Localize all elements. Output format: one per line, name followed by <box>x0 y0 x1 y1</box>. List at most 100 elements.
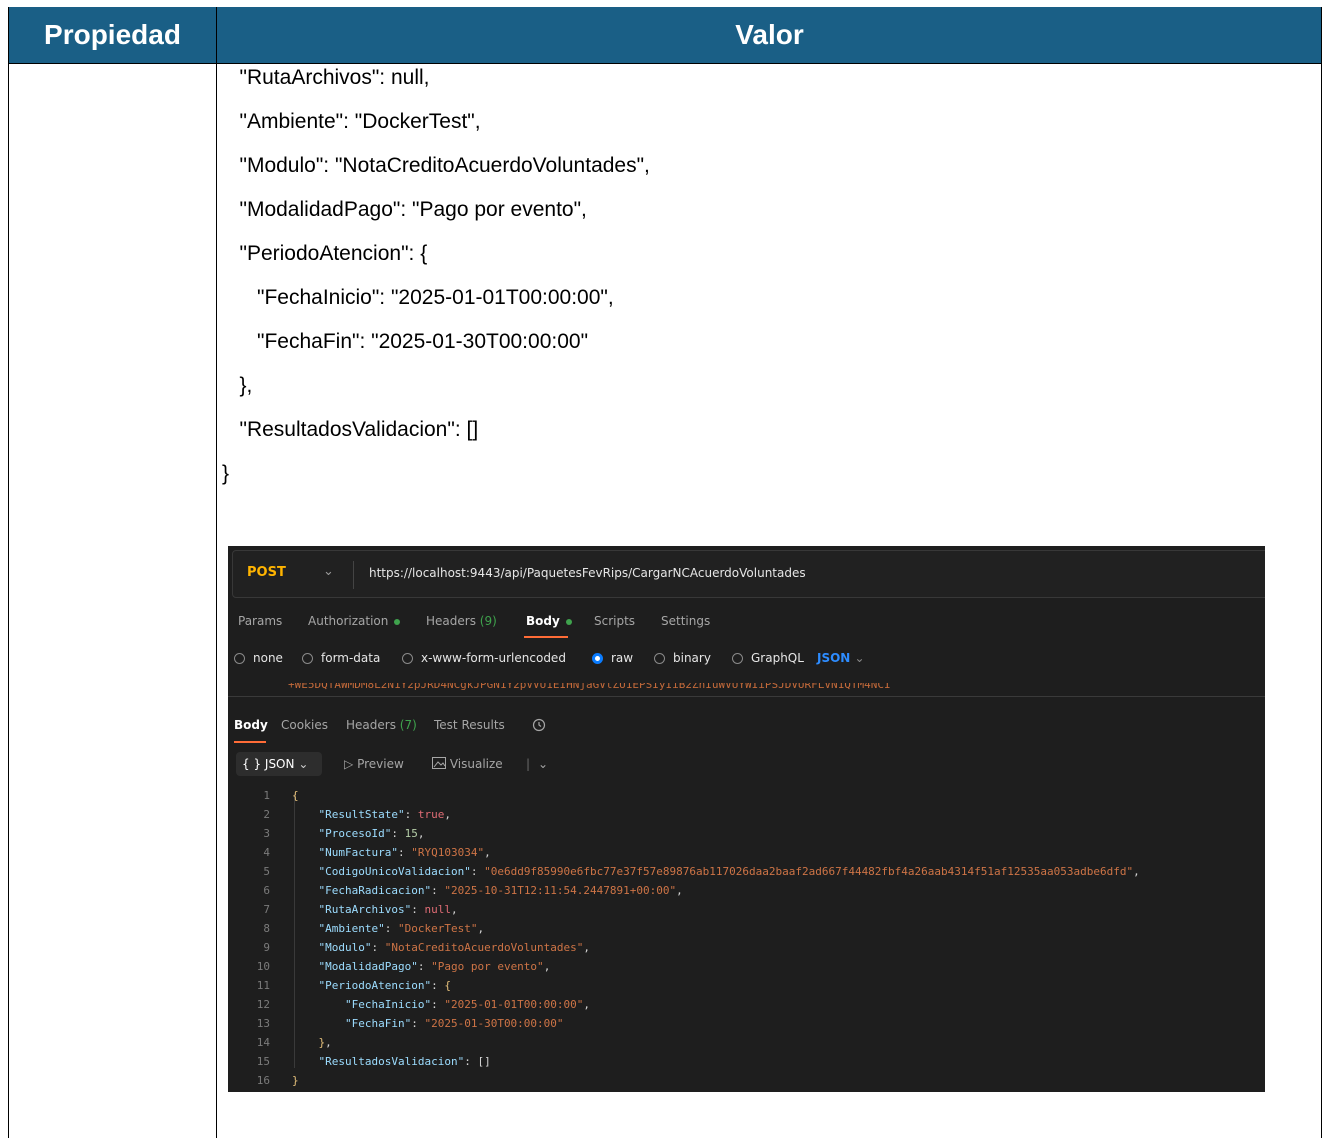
code-token: , <box>444 808 451 821</box>
url-bar[interactable]: POST ⌄ https://localhost:9443/api/Paquet… <box>232 550 1265 598</box>
json-line: "ResultadosValidacion": [] <box>222 418 479 441</box>
radio-raw-label: raw <box>611 651 634 665</box>
tab-params[interactable]: Params <box>238 614 282 628</box>
chevron-down-icon[interactable]: ⌄ <box>538 752 548 776</box>
radio-circle-icon <box>302 653 313 664</box>
radio-form-data[interactable]: form-data <box>302 651 380 665</box>
preview-button[interactable]: ▷ Preview <box>344 752 404 776</box>
line-number: 13 <box>256 1017 270 1030</box>
line-number: 1 <box>263 789 270 802</box>
code-text: "FechaRadicacion": "2025-10-31T12:11:54.… <box>292 881 683 900</box>
url-separator <box>353 561 354 589</box>
line-number: 10 <box>256 960 270 973</box>
response-headers-count: (7) <box>399 718 417 732</box>
radio-none-label: none <box>253 651 283 665</box>
line-number: 2 <box>263 808 270 821</box>
code-token: "NotaCreditoAcuerdoVoluntades" <box>384 941 584 954</box>
json-format-label: { } JSON <box>242 757 295 771</box>
code-token: "ProcesoId" <box>318 827 392 840</box>
tab-body[interactable]: Body <box>526 614 572 628</box>
code-token: true <box>417 808 445 821</box>
json-line: } <box>222 462 230 485</box>
radio-urlencoded-label: x-www-form-urlencoded <box>421 651 566 665</box>
code-token: : <box>411 903 425 916</box>
code-text: "ResultadosValidacion": [] <box>292 1052 491 1071</box>
code-token: : <box>431 998 445 1011</box>
visualize-button[interactable]: Visualize <box>432 752 503 776</box>
code-token: "CodigoUnicoValidacion" <box>318 865 471 878</box>
line-number: 6 <box>263 884 270 897</box>
line-number: 5 <box>263 865 270 878</box>
code-token: , <box>477 922 485 935</box>
code-token: null <box>424 903 451 916</box>
raw-format-select[interactable]: JSON ⌄ <box>817 651 865 665</box>
radio-circle-icon <box>654 653 665 664</box>
code-token: , <box>543 960 551 973</box>
raw-format-label: JSON <box>817 651 851 665</box>
code-token: } <box>292 1074 299 1087</box>
chevron-down-icon: ⌄ <box>854 651 865 665</box>
radio-form-data-label: form-data <box>321 651 381 665</box>
tab-settings[interactable]: Settings <box>661 614 710 628</box>
code-token: "FechaFin" <box>344 1017 412 1030</box>
code-token: "DockerTest" <box>397 922 478 935</box>
code-token: "RutaArchivos" <box>318 903 412 916</box>
code-text: "FechaFin": "2025-01-30T00:00:00" <box>292 1014 564 1033</box>
code-token: , <box>417 827 425 840</box>
code-text: "FechaInicio": "2025-01-01T00:00:00", <box>292 995 590 1014</box>
code-token: "ResultadosValidacion" <box>318 1055 465 1068</box>
code-token: , <box>583 941 591 954</box>
json-line: "FechaFin": "2025-01-30T00:00:00" <box>222 330 589 353</box>
radio-raw[interactable]: raw <box>592 651 633 665</box>
code-token: : <box>371 941 385 954</box>
header-property: Propiedad <box>44 19 181 50</box>
radio-binary-label: binary <box>673 651 711 665</box>
tab-authorization[interactable]: Authorization <box>308 614 401 628</box>
json-line: "PeriodoAtencion": { <box>222 242 428 265</box>
tab-headers[interactable]: Headers (9) <box>426 614 497 628</box>
code-token: : <box>431 979 445 992</box>
response-tab-cookies[interactable]: Cookies <box>281 718 328 732</box>
code-token: "RYQ103034" <box>411 846 485 859</box>
line-number: 15 <box>256 1055 270 1068</box>
code-token: "FechaInicio" <box>344 998 432 1011</box>
line-number: 7 <box>263 903 270 916</box>
pane-divider[interactable] <box>228 696 1265 697</box>
response-tab-body[interactable]: Body <box>234 718 268 732</box>
tab-scripts[interactable]: Scripts <box>594 614 635 628</box>
http-method[interactable]: POST <box>247 565 286 580</box>
response-tab-test-results[interactable]: Test Results <box>434 718 505 732</box>
history-icon-graphic <box>532 718 546 732</box>
radio-binary[interactable]: binary <box>654 651 711 665</box>
json-line: "RutaArchivos": null, <box>222 66 430 89</box>
code-token: , <box>676 884 683 897</box>
code-token: : <box>411 1017 425 1030</box>
radio-graphql[interactable]: GraphQL <box>732 651 804 665</box>
format-divider: | <box>526 757 531 771</box>
response-tab-headers[interactable]: Headers (7) <box>346 718 417 732</box>
code-token: , <box>583 998 591 1011</box>
radio-none[interactable]: none <box>234 651 283 665</box>
image-icon <box>432 757 446 769</box>
headers-count: (9) <box>479 614 497 628</box>
radio-selected-icon <box>592 653 603 664</box>
code-token: : <box>404 808 418 821</box>
chevron-down-icon[interactable]: ⌄ <box>323 564 334 579</box>
radio-urlencoded[interactable]: x-www-form-urlencoded <box>402 651 566 665</box>
code-token: : <box>464 1055 478 1068</box>
json-format-button[interactable]: { } JSON ⌄ <box>236 752 322 776</box>
request-url[interactable]: https://localhost:9443/api/PaquetesFevRi… <box>369 566 806 580</box>
radio-circle-icon <box>402 653 413 664</box>
code-text: "ModalidadPago": "Pago por evento", <box>292 957 551 976</box>
history-icon[interactable] <box>532 718 546 735</box>
code-token: "NumFactura" <box>318 846 398 859</box>
visualize-label: Visualize <box>449 757 503 771</box>
